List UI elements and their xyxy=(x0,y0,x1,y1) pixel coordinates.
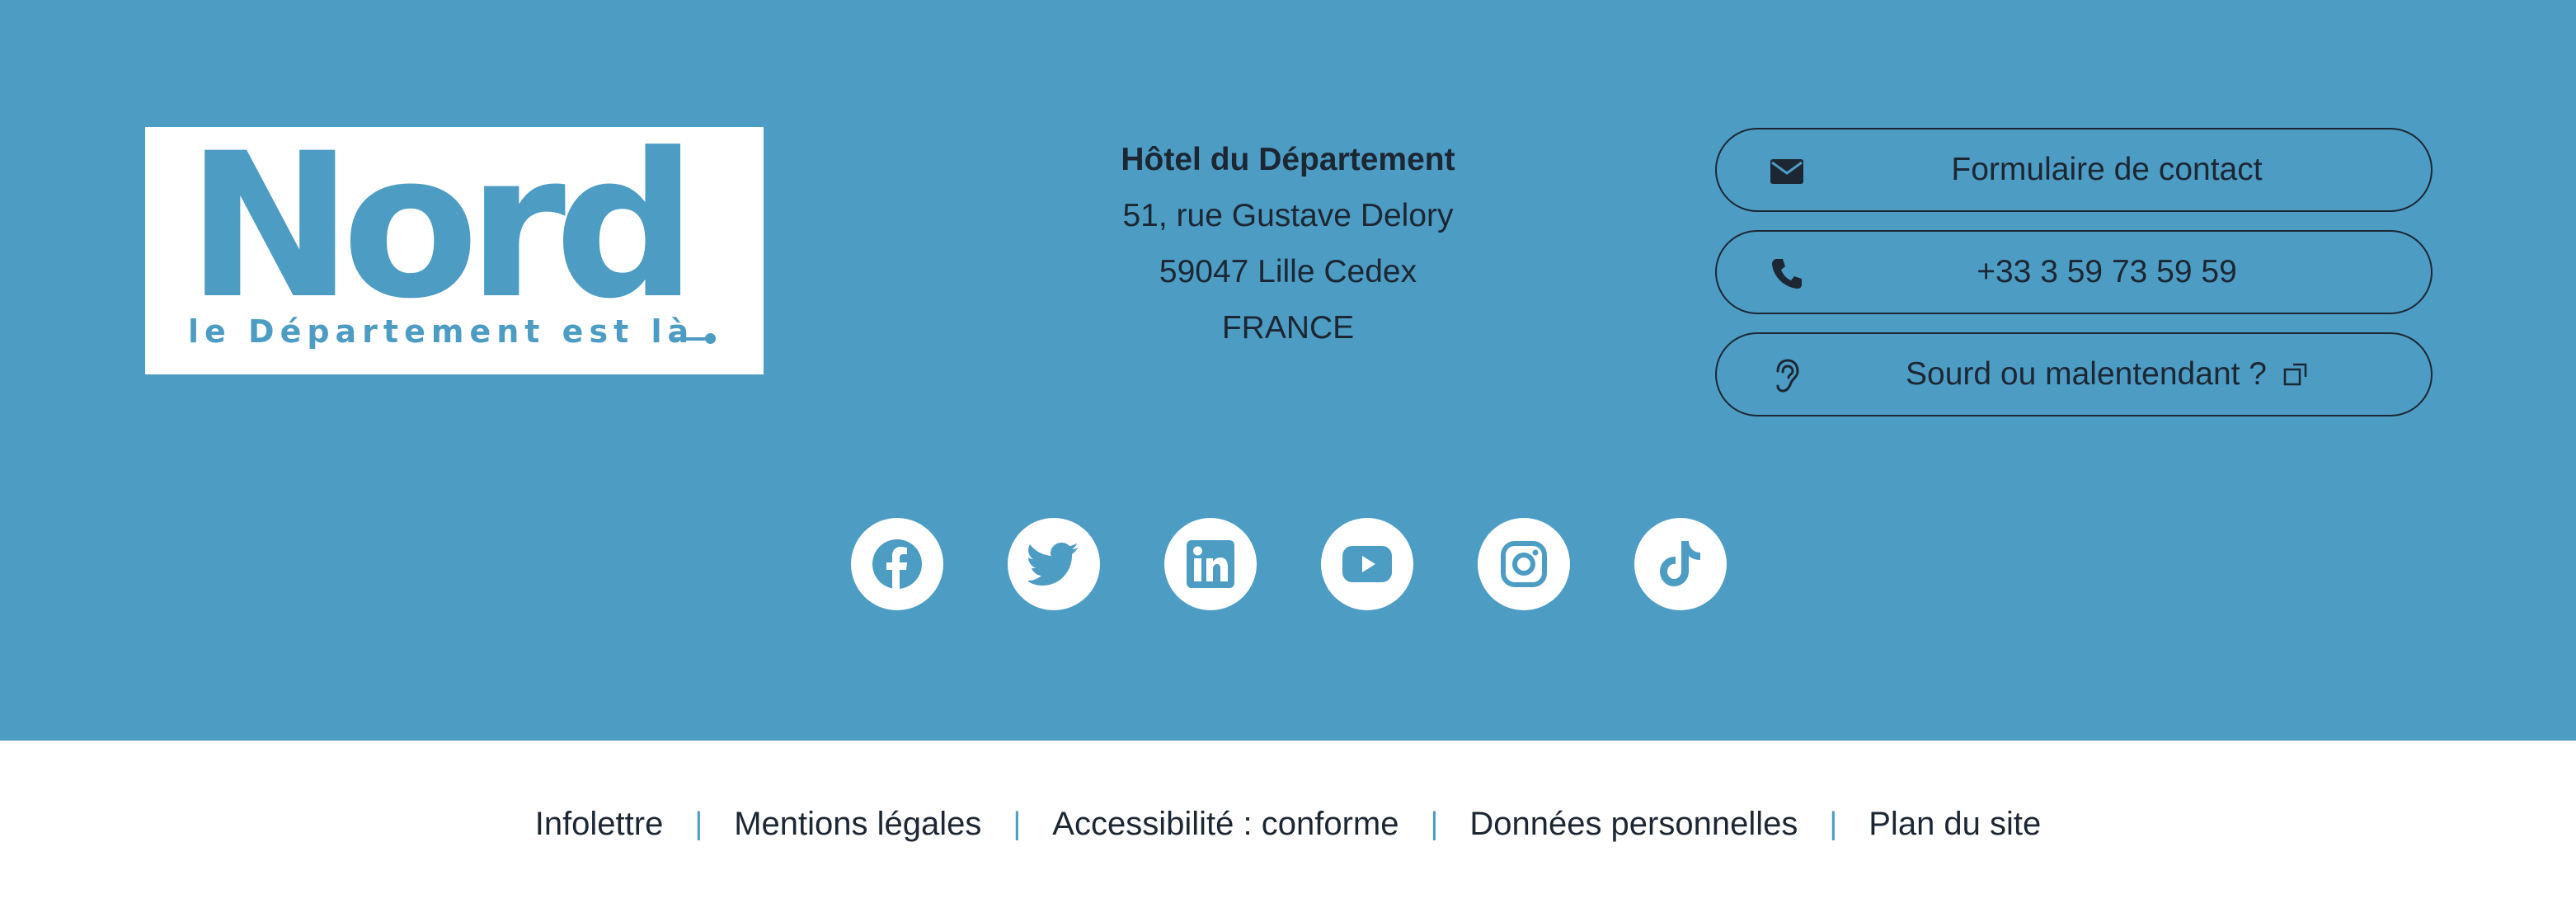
tiktok-link[interactable] xyxy=(1634,518,1727,610)
deaf-accessibility-text: Sourd ou malentendant ? xyxy=(1816,334,2398,415)
separator: | xyxy=(694,807,703,841)
separator: | xyxy=(1013,807,1022,841)
address-name: Hôtel du Département xyxy=(1121,142,1455,177)
envelope-icon xyxy=(1766,151,1807,192)
sitemap-link[interactable]: Plan du site xyxy=(1869,806,2041,843)
twitter-icon xyxy=(1028,543,1079,586)
legal-notice-link[interactable]: Mentions légales xyxy=(734,806,981,843)
external-link-icon xyxy=(2283,362,2308,387)
logo-tagline-line xyxy=(670,337,708,341)
logo-tagline-dot xyxy=(705,333,716,344)
logo-wordmark: Nord xyxy=(186,111,697,343)
phone-button[interactable]: +33 3 59 73 59 59 xyxy=(1715,230,2433,314)
footer-bottom-nav: Infolettre | Mentions légales | Accessib… xyxy=(0,741,2576,908)
address-street: 51, rue Gustave Delory xyxy=(1122,198,1454,233)
nord-logo[interactable]: Nord le Département est là xyxy=(145,127,764,374)
logo-tagline: le Département est là xyxy=(188,313,695,350)
youtube-icon xyxy=(1342,546,1392,582)
address-country: FRANCE xyxy=(1221,310,1355,346)
separator: | xyxy=(1829,807,1838,841)
facebook-link[interactable] xyxy=(851,518,943,610)
linkedin-icon xyxy=(1187,540,1234,588)
footer-main: Nord le Département est là Hôtel du Dépa… xyxy=(0,0,2576,741)
address-city: 59047 Lille Cedex xyxy=(1159,254,1417,289)
twitter-link[interactable] xyxy=(1008,518,1100,610)
deaf-accessibility-label: Sourd ou malentendant ? xyxy=(1906,356,2267,392)
ear-icon xyxy=(1766,355,1807,397)
instagram-icon xyxy=(1501,541,1547,587)
facebook-icon xyxy=(872,539,922,590)
address-block: Hôtel du Département 51, rue Gustave Del… xyxy=(1041,132,1535,356)
instagram-link[interactable] xyxy=(1478,518,1570,610)
phone-label: +33 3 59 73 59 59 xyxy=(1977,254,2237,289)
linkedin-link[interactable] xyxy=(1164,518,1257,610)
phone-icon xyxy=(1766,253,1807,294)
deaf-accessibility-button[interactable]: Sourd ou malentendant ? xyxy=(1715,332,2433,416)
accessibility-link[interactable]: Accessibilité : conforme xyxy=(1052,806,1398,843)
contact-form-label: Formulaire de contact xyxy=(1951,152,2263,187)
newsletter-link[interactable]: Infolettre xyxy=(535,806,664,843)
youtube-link[interactable] xyxy=(1321,518,1413,610)
contact-form-button[interactable]: Formulaire de contact xyxy=(1715,128,2433,212)
separator: | xyxy=(1430,807,1439,841)
tiktok-icon xyxy=(1660,541,1700,586)
personal-data-link[interactable]: Données personnelles xyxy=(1469,806,1798,843)
